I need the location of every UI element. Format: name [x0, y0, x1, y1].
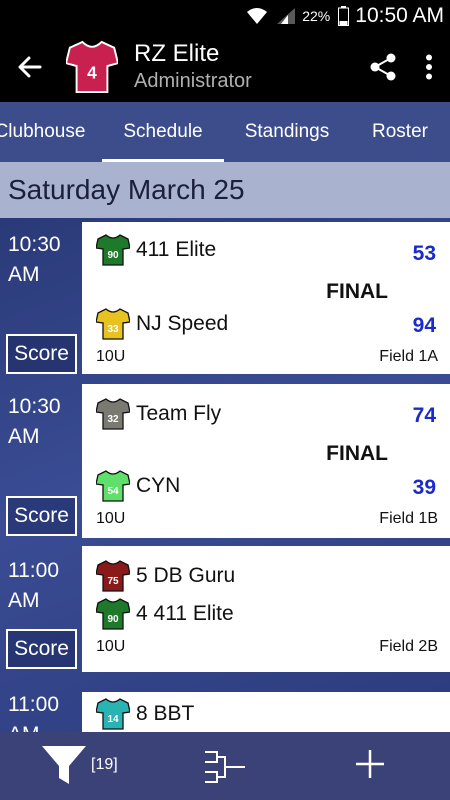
- game-list[interactable]: 10:30 AM Score 90 411 Elite 53 FINAL 33 …: [0, 218, 450, 732]
- team-score: 94: [412, 314, 436, 337]
- tab-clubhouse[interactable]: Clubhouse: [0, 102, 88, 162]
- tab-standings[interactable]: Standings: [236, 102, 338, 162]
- game-division: 10U: [96, 348, 126, 365]
- app-bar: 4 RZ Elite Administrator: [0, 32, 450, 102]
- jersey-number: 54: [107, 486, 119, 497]
- game-time-hour: 10:30: [8, 233, 61, 256]
- team-row: 90 411 Elite: [96, 234, 216, 266]
- battery-percent: 22%: [302, 8, 331, 24]
- game-item: 10:30 AM Score 32 Team Fly 74 FINAL 54 C…: [0, 380, 450, 542]
- game-card[interactable]: 14 8 BBT: [82, 692, 450, 732]
- date-header: Saturday March 25: [0, 162, 450, 218]
- game-time-hour: 10:30: [8, 395, 61, 418]
- game-card[interactable]: 75 5 DB Guru 90 4 411 Elite 10U Field 2B: [82, 546, 450, 672]
- game-division: 10U: [96, 638, 126, 655]
- team-name: 411 Elite: [136, 238, 217, 261]
- game-item: 10:30 AM Score 90 411 Elite 53 FINAL 33 …: [0, 218, 450, 378]
- status-clock: 10:50 AM: [355, 4, 444, 27]
- signal-icon: [276, 7, 296, 25]
- game-time: 11:00 AM: [8, 556, 59, 616]
- filter-count: [19]: [91, 756, 118, 773]
- jersey-icon: 33: [96, 308, 130, 340]
- score-button[interactable]: Score: [6, 496, 77, 536]
- team-row: 75 5 DB Guru: [96, 560, 235, 592]
- jersey-number: 4: [87, 63, 97, 83]
- game-item: 11:00 AM Score 75 5 DB Guru 90 4 411 Eli…: [0, 544, 450, 676]
- jersey-icon: 14: [96, 698, 130, 730]
- game-time-ampm: AM: [8, 425, 40, 448]
- jersey-icon: 4: [66, 40, 118, 93]
- team-jersey-avatar: 4: [66, 37, 118, 97]
- team-row: 33 NJ Speed: [96, 308, 228, 340]
- game-division: 10U: [96, 510, 126, 527]
- team-name: CYN: [136, 474, 181, 497]
- tab-roster[interactable]: Roster: [360, 102, 440, 162]
- team-name: Team Fly: [136, 402, 222, 425]
- battery-icon: [338, 6, 350, 26]
- jersey-icon: 90: [96, 598, 130, 630]
- share-icon: [370, 53, 396, 81]
- game-time-hour: 11:00: [8, 559, 59, 582]
- add-icon[interactable]: [354, 748, 386, 780]
- team-row: 54 CYN: [96, 470, 180, 502]
- bottom-bar: [19]: [0, 732, 450, 800]
- game-time-ampm: AM: [8, 720, 59, 732]
- team-score: 53: [412, 242, 436, 265]
- team-row: 14 8 BBT: [96, 698, 194, 730]
- team-name: NJ Speed: [136, 312, 229, 335]
- game-time-hour: 11:00: [8, 693, 59, 716]
- jersey-number: 90: [107, 250, 119, 261]
- game-item: 11:00 AM 14 8 BBT: [0, 678, 450, 732]
- score-button[interactable]: Score: [6, 629, 77, 669]
- status-bar: 22% 10:50 AM: [0, 0, 450, 32]
- bracket-icon[interactable]: [203, 748, 247, 786]
- team-score: 39: [412, 476, 436, 499]
- game-time: 10:30 AM: [8, 392, 61, 452]
- team-name: 4 411 Elite: [136, 602, 234, 625]
- back-button[interactable]: [0, 32, 60, 102]
- score-button[interactable]: Score: [6, 334, 77, 374]
- wifi-icon: [246, 7, 268, 25]
- team-name: 8 BBT: [136, 702, 195, 725]
- jersey-icon: 54: [96, 470, 130, 502]
- team-name: 5 DB Guru: [136, 564, 236, 587]
- game-status: FINAL: [326, 442, 388, 465]
- app-subtitle: Administrator: [134, 70, 252, 92]
- game-card[interactable]: 90 411 Elite 53 FINAL 33 NJ Speed 94 10U…: [82, 222, 450, 374]
- team-score: 74: [412, 404, 436, 427]
- game-card[interactable]: 32 Team Fly 74 FINAL 54 CYN 39 10U Field…: [82, 384, 450, 538]
- team-row: 32 Team Fly: [96, 398, 221, 430]
- jersey-number: 14: [107, 714, 119, 725]
- jersey-icon: 32: [96, 398, 130, 430]
- share-button[interactable]: [358, 32, 408, 102]
- tab-bar: Clubhouse Schedule Standings Roster: [0, 102, 450, 162]
- jersey-number: 75: [107, 576, 119, 587]
- game-time: 11:00 AM: [8, 690, 59, 732]
- jersey-icon: 75: [96, 560, 130, 592]
- jersey-number: 90: [107, 614, 119, 625]
- team-row: 90 4 411 Elite: [96, 598, 234, 630]
- jersey-icon: 90: [96, 234, 130, 266]
- game-time-ampm: AM: [8, 589, 40, 612]
- filter-icon[interactable]: [40, 744, 88, 788]
- jersey-number: 32: [107, 414, 119, 425]
- game-field: Field 2B: [379, 638, 438, 655]
- app-title: RZ Elite: [134, 40, 220, 67]
- game-time: 10:30 AM: [8, 230, 61, 290]
- more-options-button[interactable]: [408, 32, 450, 102]
- title-block: RZ Elite Administrator: [134, 40, 358, 94]
- jersey-number: 33: [107, 324, 119, 335]
- game-field: Field 1A: [379, 348, 438, 365]
- game-time-ampm: AM: [8, 263, 40, 286]
- tab-schedule[interactable]: Schedule: [102, 102, 224, 162]
- game-field: Field 1B: [379, 510, 438, 527]
- game-status: FINAL: [326, 280, 388, 303]
- more-vert-icon: [426, 54, 432, 80]
- arrow-left-icon: [18, 56, 42, 78]
